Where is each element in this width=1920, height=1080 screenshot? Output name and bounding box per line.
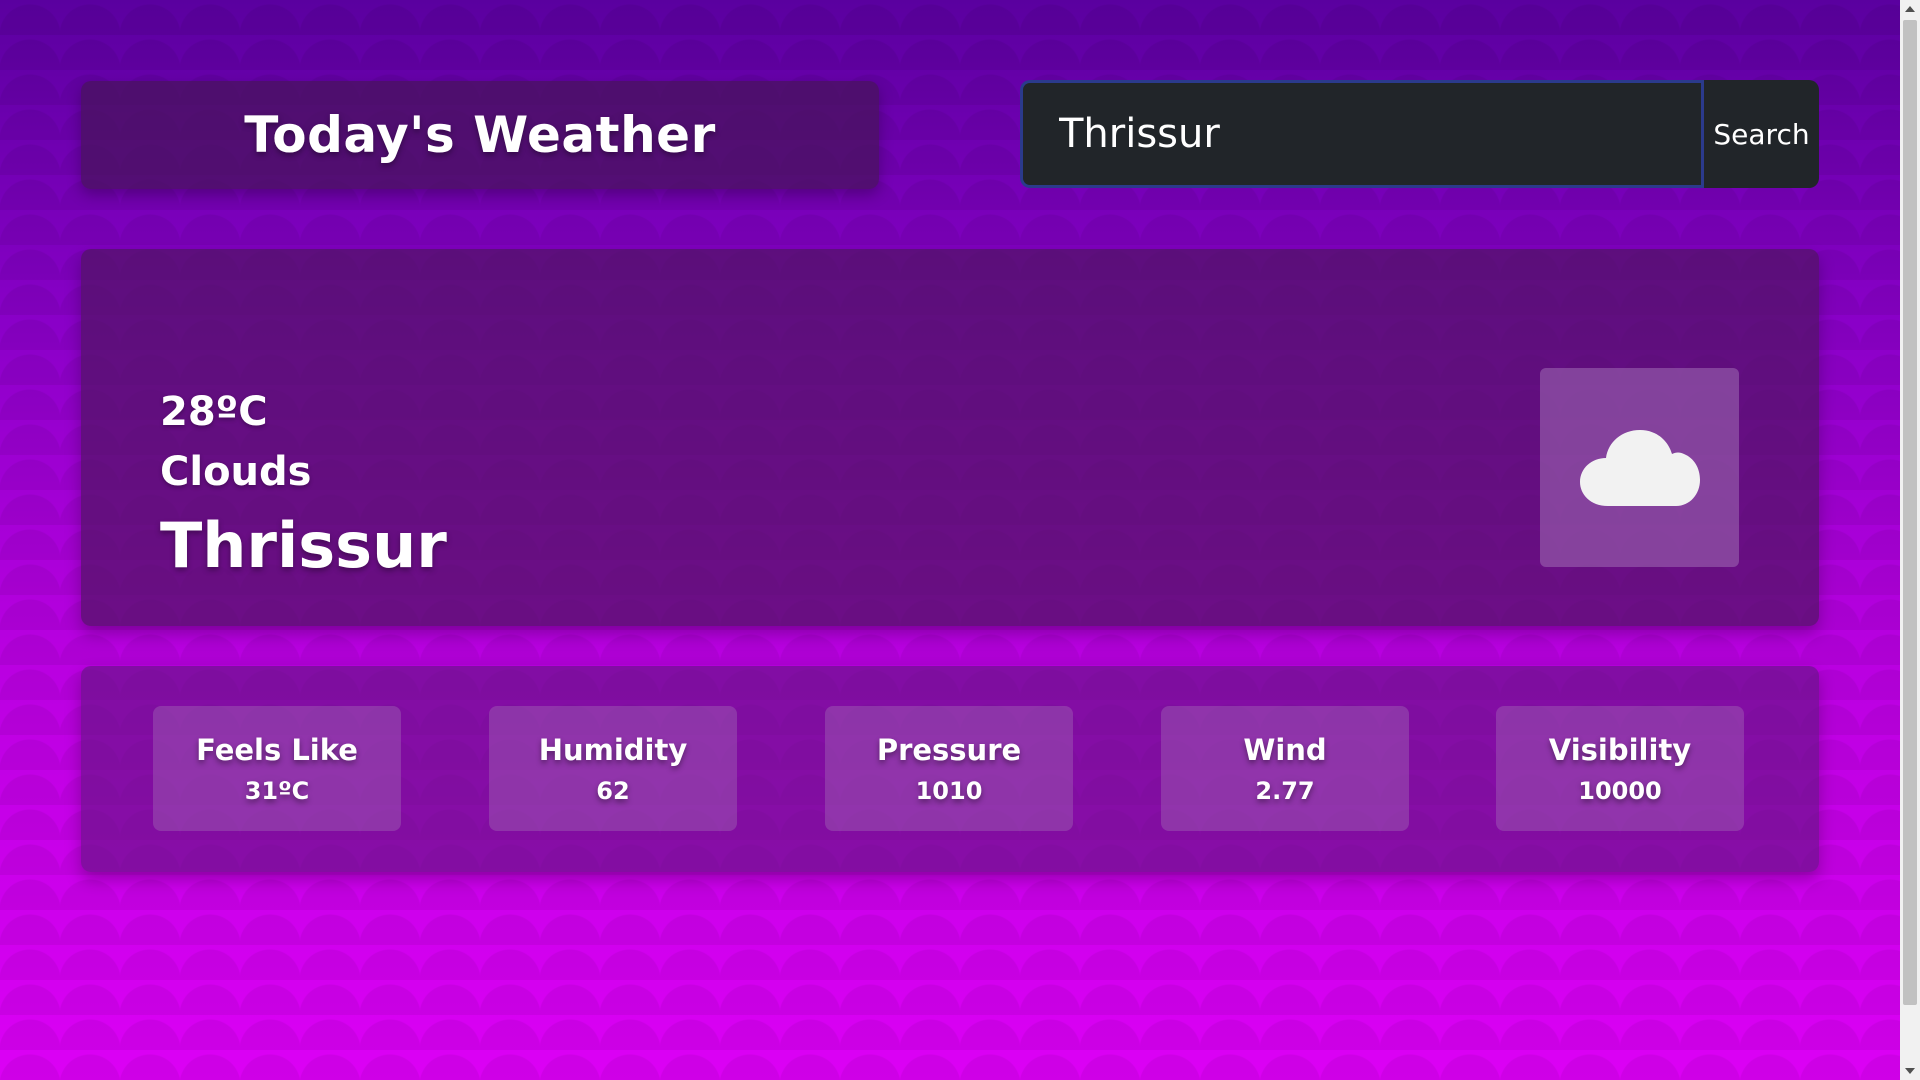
detail-value: 31ºC [244, 776, 310, 805]
detail-value: 2.77 [1255, 776, 1315, 805]
city-name: Thrissur [160, 509, 447, 582]
scroll-down-arrow-icon[interactable] [1905, 1068, 1915, 1074]
detail-wind: Wind 2.77 [1161, 706, 1409, 831]
title-card: Today's Weather [81, 81, 879, 189]
search-input[interactable] [1020, 80, 1701, 188]
weather-icon-box [1540, 368, 1739, 567]
detail-label: Pressure [876, 732, 1022, 767]
vertical-scrollbar[interactable] [1900, 0, 1920, 1080]
detail-value: 1010 [915, 776, 983, 805]
page-title: Today's Weather [244, 106, 716, 164]
detail-label: Humidity [538, 732, 688, 767]
detail-label: Feels Like [196, 732, 358, 767]
scroll-up-arrow-icon[interactable] [1905, 6, 1915, 12]
detail-label: Visibility [1548, 732, 1692, 767]
detail-label: Wind [1243, 732, 1327, 767]
search-group: Search [1020, 80, 1819, 188]
current-weather-card: 28ºC Clouds Thrissur [81, 249, 1819, 626]
detail-value: 62 [596, 776, 630, 805]
weather-app: Today's Weather Search 28ºC Clouds Thris… [0, 0, 1900, 1080]
current-weather-info: 28ºC Clouds Thrissur [160, 389, 447, 582]
detail-humidity: Humidity 62 [489, 706, 737, 831]
detail-value: 10000 [1578, 776, 1662, 805]
temperature: 28ºC [160, 389, 268, 435]
scroll-thumb[interactable] [1903, 20, 1917, 1005]
detail-visibility: Visibility 10000 [1496, 706, 1744, 831]
detail-pressure: Pressure 1010 [825, 706, 1073, 831]
details-card: Feels Like 31ºC Humidity 62 Pressure 101… [81, 666, 1819, 872]
search-button[interactable]: Search [1701, 80, 1819, 188]
detail-feels-like: Feels Like 31ºC [153, 706, 401, 831]
weather-condition: Clouds [160, 449, 312, 495]
cloud-icon [1579, 429, 1700, 506]
